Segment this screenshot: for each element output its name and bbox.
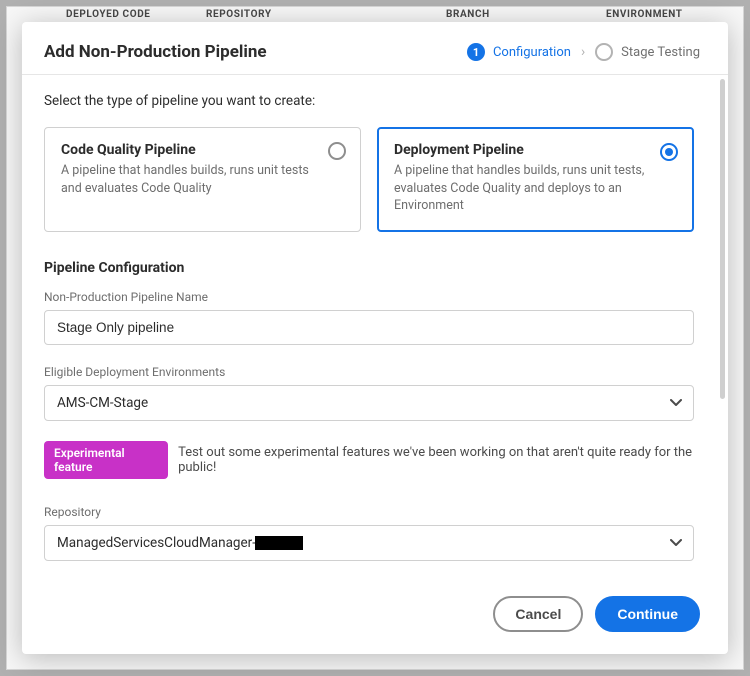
step-circle-icon (595, 43, 613, 61)
environment-label: Eligible Deployment Environments (44, 365, 694, 379)
wizard-steps: 1 Configuration › Stage Testing (467, 43, 700, 61)
add-pipeline-modal: Add Non-Production Pipeline 1 Configurat… (22, 22, 728, 654)
radio-selected-icon (660, 143, 678, 161)
redacted-text (255, 536, 303, 550)
card-deployment-pipeline[interactable]: Deployment Pipeline A pipeline that hand… (377, 127, 694, 232)
pipeline-name-input[interactable] (44, 310, 694, 345)
environment-select[interactable]: AMS-CM-Stage (44, 385, 694, 421)
repository-value: ManagedServicesCloudManager- (57, 535, 303, 551)
step-label: Stage Testing (621, 45, 700, 60)
radio-icon (328, 142, 346, 160)
step-label: Configuration (493, 45, 571, 60)
modal-footer: Cancel Continue (22, 580, 728, 654)
scrollbar[interactable] (720, 79, 725, 399)
card-title: Deployment Pipeline (394, 142, 677, 158)
card-code-quality-pipeline[interactable]: Code Quality Pipeline A pipeline that ha… (44, 127, 361, 232)
pipeline-name-label: Non-Production Pipeline Name (44, 290, 694, 304)
continue-button[interactable]: Continue (595, 596, 700, 632)
intro-text: Select the type of pipeline you want to … (44, 93, 694, 109)
cancel-button[interactable]: Cancel (493, 596, 583, 632)
repository-label: Repository (44, 505, 694, 519)
step-number-icon: 1 (467, 43, 485, 61)
experimental-badge: Experimental feature (44, 441, 168, 479)
chevron-right-icon: › (581, 44, 585, 60)
card-title: Code Quality Pipeline (61, 142, 344, 158)
experimental-row: Experimental feature Test out some exper… (44, 441, 694, 479)
card-description: A pipeline that handles builds, runs uni… (394, 162, 677, 215)
background-table-header: DEPLOYED CODE REPOSITORY BRANCH ENVIRONM… (6, 6, 744, 23)
modal-title: Add Non-Production Pipeline (44, 42, 467, 62)
step-configuration[interactable]: 1 Configuration (467, 43, 571, 61)
repository-select[interactable]: ManagedServicesCloudManager- (44, 525, 694, 561)
environment-value: AMS-CM-Stage (57, 395, 148, 411)
modal-header: Add Non-Production Pipeline 1 Configurat… (22, 22, 728, 75)
card-description: A pipeline that handles builds, runs uni… (61, 162, 344, 197)
experimental-text: Test out some experimental features we'v… (178, 445, 694, 475)
modal-body: Select the type of pipeline you want to … (22, 75, 716, 580)
step-stage-testing[interactable]: Stage Testing (595, 43, 700, 61)
pipeline-config-heading: Pipeline Configuration (44, 260, 694, 276)
